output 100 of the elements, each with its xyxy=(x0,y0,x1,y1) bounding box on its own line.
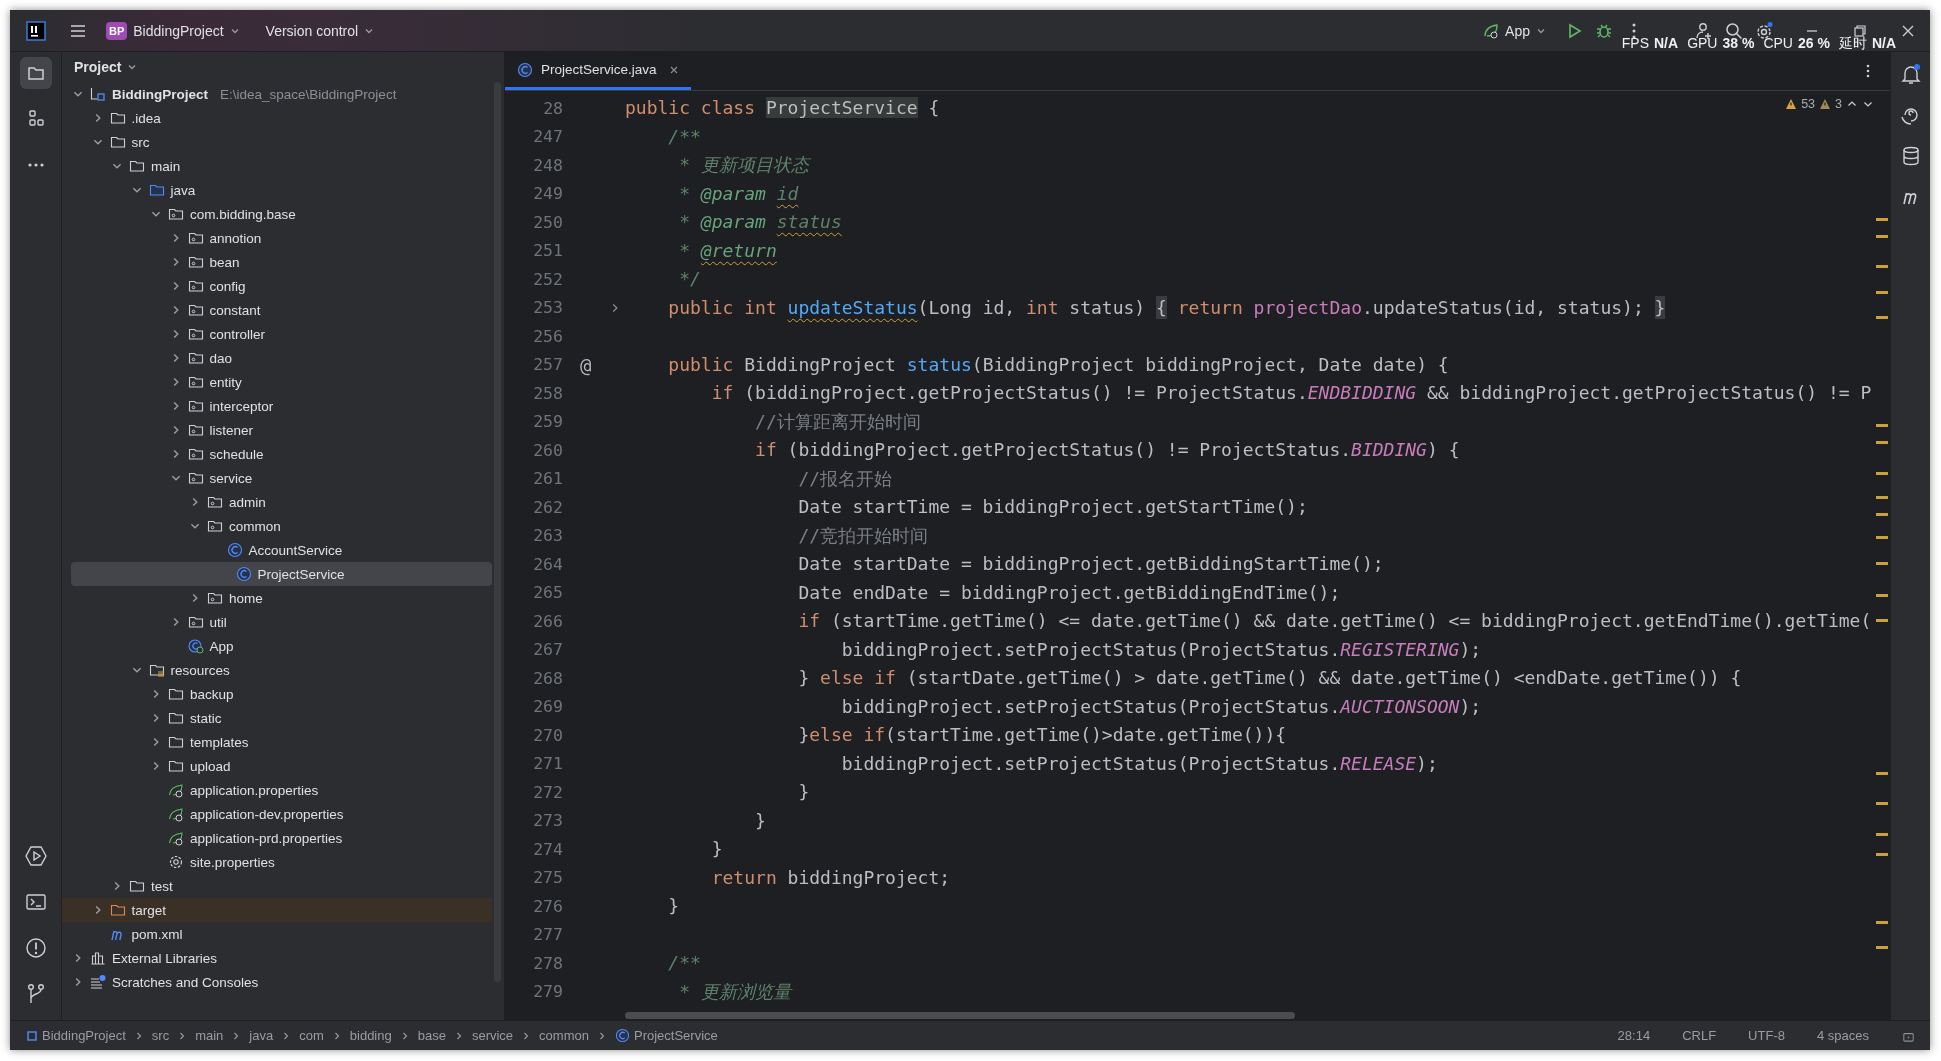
tree-item[interactable]: service xyxy=(62,466,492,490)
tree-item[interactable]: application-prd.properties xyxy=(62,826,492,850)
tree-item[interactable]: interceptor xyxy=(62,394,492,418)
line-number: 256 xyxy=(532,326,563,346)
warning-icon[interactable] xyxy=(1785,98,1798,110)
gear-icon xyxy=(168,854,184,870)
tree-item[interactable]: common xyxy=(62,514,492,538)
tree-item[interactable]: main xyxy=(62,154,492,178)
leaf-icon xyxy=(168,830,184,846)
breadcrumb-item[interactable]: main xyxy=(191,1026,228,1045)
code-line: //报名开始 xyxy=(797,466,893,491)
caret-position[interactable]: 28:14 xyxy=(1603,1026,1665,1045)
line-number: 271 xyxy=(532,754,563,774)
code-line: public BiddingProject status(BiddingProject biddingProject, Date date) { xyxy=(667,352,1449,377)
code-line: Date startTime = biddingProject.getStartTime(); xyxy=(797,495,1308,520)
library-icon xyxy=(90,950,106,966)
tree-item[interactable]: admin xyxy=(62,490,492,514)
breadcrumb-item[interactable]: base xyxy=(413,1026,450,1045)
breadcrumb-item[interactable]: com xyxy=(295,1026,328,1045)
tree-item[interactable]: com.bidding.base xyxy=(62,202,492,226)
perf-value: N/A xyxy=(1871,35,1896,51)
breadcrumb-item[interactable]: ProjectService xyxy=(610,1026,722,1045)
tree-item[interactable]: home xyxy=(62,586,492,610)
code-line: biddingProject.setProjectStatus(ProjectStatus.AUCTIONSOON); xyxy=(840,694,1482,719)
line-separator[interactable]: CRLF xyxy=(1668,1026,1731,1045)
perf-label: CPU xyxy=(1763,35,1793,51)
tree-item[interactable]: BiddingProject E:\idea_space\BiddingProject xyxy=(62,82,492,106)
tree-item[interactable]: .idea xyxy=(62,106,492,130)
line-number: 257 xyxy=(532,355,563,375)
indent-setting[interactable]: 4 spaces xyxy=(1802,1026,1883,1045)
tree-item[interactable]: site.properties xyxy=(62,850,492,874)
close-icon[interactable] xyxy=(668,64,679,75)
breadcrumb-item[interactable]: java xyxy=(245,1026,278,1045)
editor-tab[interactable]: ProjectService.java xyxy=(505,52,691,90)
folder-icon xyxy=(168,734,184,750)
project-badge: BP xyxy=(106,21,128,40)
tree-item[interactable]: External Libraries xyxy=(62,946,492,970)
line-number: 273 xyxy=(532,811,563,831)
tree-item[interactable]: util xyxy=(62,610,492,634)
tree-item[interactable]: bean xyxy=(62,250,492,274)
tree-item[interactable]: entity xyxy=(62,370,492,394)
scratches-icon xyxy=(90,974,106,990)
line-number: 275 xyxy=(532,868,563,888)
code-line: /** xyxy=(667,951,701,976)
breadcrumb-item[interactable]: src xyxy=(147,1026,174,1045)
package-folder-icon xyxy=(187,470,204,486)
tree-item[interactable]: static xyxy=(62,706,492,730)
tree-item[interactable]: target xyxy=(62,898,492,922)
panel-title[interactable]: Project xyxy=(74,59,138,75)
horizontal-scrollbar-thumb[interactable] xyxy=(625,1012,1295,1019)
package-folder-icon xyxy=(187,302,204,318)
gutter-marker[interactable]: @ xyxy=(580,353,592,376)
tree-item[interactable]: templates xyxy=(62,730,492,754)
tree-item[interactable]: App xyxy=(62,634,492,658)
tree-item[interactable]: controller xyxy=(62,322,492,346)
tree-item[interactable]: annotion xyxy=(62,226,492,250)
tree-item[interactable]: listener xyxy=(62,418,492,442)
line-number: 261 xyxy=(532,469,563,489)
perf-label: 延时 xyxy=(1838,35,1867,51)
tree-item[interactable]: src xyxy=(62,130,492,154)
tree-item[interactable]: resources xyxy=(62,658,492,682)
tree-item[interactable]: AccountService xyxy=(62,538,492,562)
file-encoding[interactable]: UTF-8 xyxy=(1734,1026,1799,1045)
line-number: 278 xyxy=(532,953,563,973)
tree-item[interactable]: application.properties xyxy=(62,778,492,802)
package-folder-icon xyxy=(207,494,223,510)
line-number: 264 xyxy=(532,554,563,574)
code-line: } else if (startDate.getTime() > date.getTime() && date.getTime() <endDate.getTime()) { xyxy=(797,666,1742,691)
tree-item[interactable]: java xyxy=(62,178,492,202)
tree-item[interactable]: config xyxy=(62,274,492,298)
weak-warning-count: 3 xyxy=(1835,97,1842,111)
tree-item[interactable]: ProjectService xyxy=(71,562,492,586)
tree-item[interactable]: dao xyxy=(62,346,492,370)
breadcrumb-item[interactable]: BiddingProject xyxy=(22,1026,130,1045)
code-line: } xyxy=(754,808,766,833)
tree-item[interactable]: constant xyxy=(62,298,492,322)
leaf-icon xyxy=(1483,22,1500,39)
folder-icon[interactable] xyxy=(19,57,52,89)
line-number: 252 xyxy=(532,269,563,289)
run-configuration[interactable]: App xyxy=(1475,18,1554,43)
tree-item[interactable]: schedule xyxy=(62,442,492,466)
line-number: 276 xyxy=(532,896,563,916)
tree-item[interactable]: Scratches and Consoles xyxy=(62,970,492,994)
package-folder-icon xyxy=(207,518,223,534)
breadcrumb-item[interactable]: bidding xyxy=(345,1026,396,1045)
tree-item[interactable]: test xyxy=(62,874,492,898)
tree-item[interactable]: pom.xml xyxy=(62,922,492,946)
tree-item[interactable]: application-dev.properties xyxy=(62,802,492,826)
code-line: //计算距离开始时间 xyxy=(754,409,921,434)
package-folder-icon xyxy=(207,590,223,606)
app-logo-icon[interactable] xyxy=(26,20,46,41)
breadcrumb-item[interactable]: common xyxy=(535,1026,593,1045)
breadcrumb-item[interactable]: service xyxy=(467,1026,518,1045)
project-switcher[interactable]: BP BiddingProject xyxy=(98,17,248,44)
caret-icon xyxy=(127,62,138,72)
perf-label: FPS xyxy=(1621,35,1649,51)
warning-icon[interactable] xyxy=(1819,98,1832,110)
version-control-menu[interactable]: Version control xyxy=(257,18,383,43)
tree-item[interactable]: upload xyxy=(62,754,492,778)
tree-item[interactable]: backup xyxy=(62,682,492,706)
